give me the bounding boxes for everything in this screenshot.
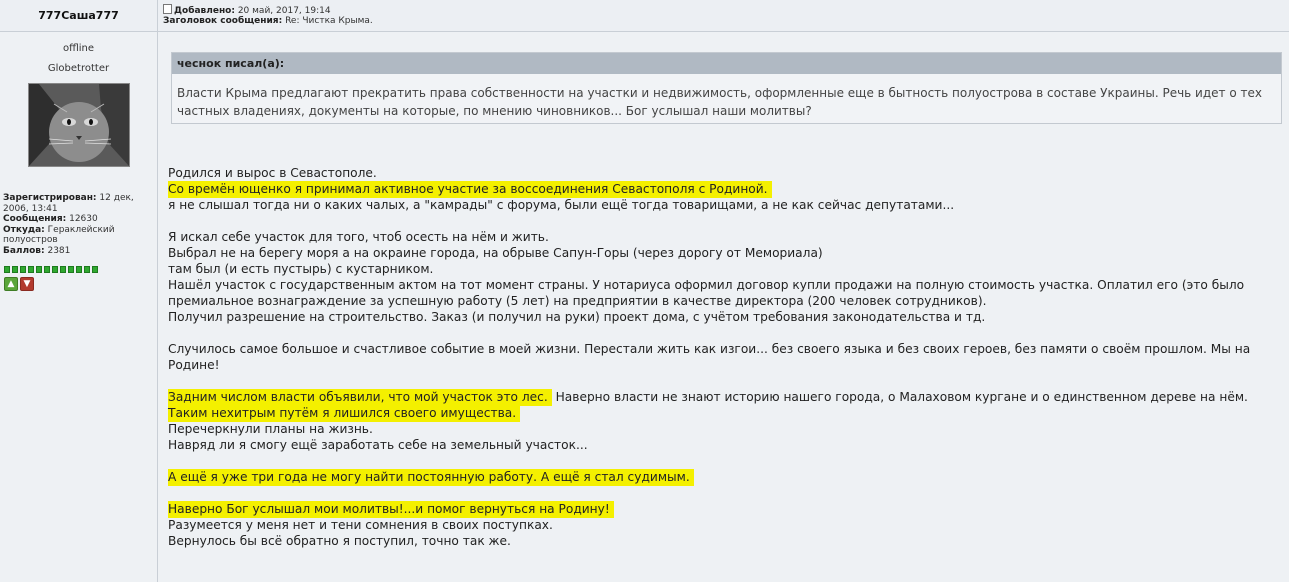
subject-value: Re: Чистка Крыма. <box>285 16 373 26</box>
thumbs-up-icon[interactable]: ▲ <box>4 277 18 291</box>
reputation-square <box>68 266 74 273</box>
post-subject-row: Заголовок сообщения: Re: Чистка Крыма. <box>163 16 373 26</box>
reputation-square <box>76 266 82 273</box>
reputation-square <box>60 266 66 273</box>
thumbs-down-icon[interactable]: ▼ <box>20 277 34 291</box>
points-label: Баллов: <box>3 245 45 256</box>
reputation-bar <box>4 266 98 273</box>
highlighted-text: Задним числом власти объявили, что мой у… <box>168 389 552 406</box>
highlighted-text: А ещё я уже три года не могу найти посто… <box>168 469 694 486</box>
reputation-square <box>4 266 10 273</box>
location-row: Откуда: Гераклейский полуостров <box>3 225 155 246</box>
cat-avatar-image <box>29 84 129 166</box>
post-line: Вернулось бы всё обратно я поступил, точ… <box>168 534 511 548</box>
messages-row: Сообщения: 12630 <box>3 214 155 225</box>
reputation-square <box>12 266 18 273</box>
post-line-highlighted: Наверно Бог услышал мои молитвы!...и пом… <box>168 501 1288 518</box>
online-status: offline <box>62 43 95 54</box>
author-header: 777Саша777 <box>0 0 157 32</box>
avatar <box>28 83 130 167</box>
post-line: Навряд ли я смогу ещё заработать себе на… <box>168 438 588 452</box>
post-line: там был (и есть пустырь) с кустарником. <box>168 262 434 276</box>
post-line: Нашёл участок с государственным актом на… <box>168 278 1248 308</box>
post-line: Я искал себе участок для того, чтоб осес… <box>168 230 549 244</box>
reputation-square <box>36 266 42 273</box>
post-line: Случилось самое большое и счастливое соб… <box>168 342 1255 372</box>
post-line-mixed: Задним числом власти объявили, что мой у… <box>168 389 1288 406</box>
post-date-row: Добавлено: 20 май, 2017, 19:14 <box>163 4 331 16</box>
post-body: Родился и вырос в Севастополе. Со времён… <box>168 165 1288 549</box>
highlighted-text: Со времён ющенко я принимал активное уча… <box>168 181 772 198</box>
subject-label: Заголовок сообщения: <box>163 16 283 26</box>
points-value: 2381 <box>47 245 71 256</box>
post-line: Родился и вырос в Севастополе. <box>168 166 377 180</box>
post-icon[interactable] <box>163 4 172 14</box>
quote-text: Власти Крыма предлагают прекратить права… <box>177 86 1262 118</box>
post-line: Разумеется у меня нет и тени сомнения в … <box>168 518 553 532</box>
reputation-square <box>92 266 98 273</box>
author-column: 777Саша777 offline Globetrotter Зарегист… <box>0 0 158 582</box>
author-username[interactable]: 777Саша777 <box>0 9 157 22</box>
post-line: Выбрал не на берегу моря а на окраине го… <box>168 246 823 260</box>
reputation-square <box>84 266 90 273</box>
messages-value: 12630 <box>69 214 98 224</box>
post-column: Добавлено: 20 май, 2017, 19:14 Заголовок… <box>158 0 1289 582</box>
post-line: Получил разрешение на строительство. Зак… <box>168 310 986 324</box>
registered-row: Зарегистрирован: 12 дек, 2006, 13:41 <box>3 193 155 214</box>
reputation-square <box>44 266 50 273</box>
quote-header: чеснок писал(а): <box>172 53 1281 74</box>
reputation-square <box>20 266 26 273</box>
registered-label: Зарегистрирован: <box>3 193 97 203</box>
added-label: Добавлено: <box>174 6 235 16</box>
plain-text: Наверно власти не знают историю нашего г… <box>551 390 1248 404</box>
post-line-highlighted: А ещё я уже три года не могу найти посто… <box>168 469 1288 486</box>
post-line-highlighted: Со времён ющенко я принимал активное уча… <box>168 181 1288 198</box>
quote-block: чеснок писал(а): Власти Крыма предлагают… <box>171 52 1282 124</box>
post-line: я не слышал тогда ни о каких чалых, а "к… <box>168 198 955 212</box>
location-label: Откуда: <box>3 224 45 235</box>
highlighted-text: Наверно Бог услышал мои молитвы!...и пом… <box>168 501 614 518</box>
added-value: 20 май, 2017, 19:14 <box>237 6 331 16</box>
post-line-highlighted: Таким нехитрым путём я лишился своего им… <box>168 405 1288 422</box>
post-line: Перечеркнули планы на жизнь. <box>168 422 373 436</box>
points-row: Баллов: 2381 <box>3 246 155 257</box>
reputation-square <box>52 266 58 273</box>
author-profile: Зарегистрирован: 12 дек, 2006, 13:41 Соо… <box>3 193 155 256</box>
author-rank: Globetrotter <box>47 63 110 74</box>
reputation-square <box>28 266 34 273</box>
highlighted-text: Таким нехитрым путём я лишился своего им… <box>168 405 521 422</box>
messages-label: Сообщения: <box>3 214 67 224</box>
post-meta: Добавлено: 20 май, 2017, 19:14 Заголовок… <box>158 0 1289 32</box>
